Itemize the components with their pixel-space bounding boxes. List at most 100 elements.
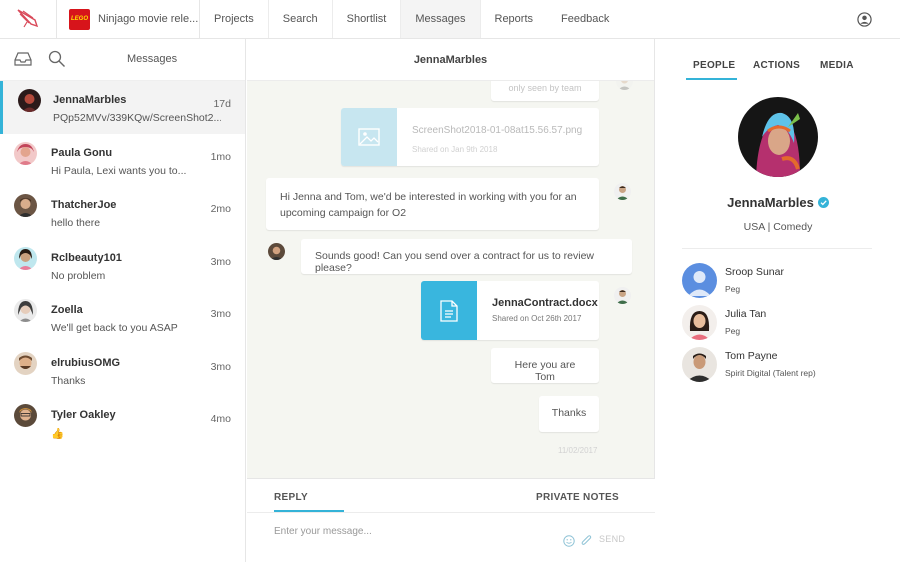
conversation-name: Zoella bbox=[51, 304, 83, 316]
user-circle-icon[interactable] bbox=[857, 12, 872, 27]
member-name: Julia Tan bbox=[725, 308, 767, 320]
verified-icon bbox=[817, 197, 829, 208]
divider bbox=[682, 248, 872, 249]
team-member[interactable]: Sroop Sunar Peg bbox=[682, 263, 882, 303]
conversation-time: 4mo bbox=[210, 413, 231, 425]
conversation-time: 3mo bbox=[210, 360, 231, 373]
seen-note: only seen by team bbox=[508, 83, 582, 93]
conversation-time: 3mo bbox=[210, 308, 231, 320]
message-bubble: Sounds good! Can you send over a contrac… bbox=[301, 239, 632, 274]
conversation-item[interactable]: ThatcherJoe 2mo hello there bbox=[0, 186, 245, 239]
conversation-item[interactable]: Zoella 3mo We'll get back to you ASAP bbox=[0, 291, 245, 344]
details-panel: PEOPLE ACTIONS MEDIA JennaMarbles USA | … bbox=[656, 39, 900, 562]
avatar bbox=[14, 351, 37, 375]
file-attachment[interactable]: JennaContract.docx Shared on Oct 26th 20… bbox=[421, 281, 599, 340]
avatar bbox=[14, 404, 37, 427]
file-thumbnail bbox=[341, 108, 397, 166]
details-tabs: PEOPLE ACTIONS MEDIA bbox=[656, 39, 900, 81]
campaign-selector[interactable]: LEGO Ninjago movie rele... bbox=[57, 0, 200, 38]
lego-logo: LEGO bbox=[69, 8, 90, 30]
conversation-name: ThatcherJoe bbox=[51, 199, 117, 211]
active-tab-indicator bbox=[274, 510, 344, 512]
image-icon bbox=[358, 128, 380, 146]
nav-reports[interactable]: Reports bbox=[481, 0, 548, 38]
search-icon[interactable] bbox=[48, 50, 66, 68]
conversation-name: Tyler Oakley bbox=[51, 409, 116, 421]
inbox-icon[interactable] bbox=[14, 52, 32, 66]
tab-media[interactable]: MEDIA bbox=[820, 60, 854, 71]
team-member[interactable]: Julia Tan Peg bbox=[682, 305, 882, 345]
avatar bbox=[14, 194, 37, 217]
conversation-time: 17d bbox=[213, 98, 231, 110]
chat-panel: JennaMarbles only seen by team ScreenSho… bbox=[247, 39, 655, 562]
avatar bbox=[18, 89, 41, 112]
nav-shortlist[interactable]: Shortlist bbox=[333, 0, 402, 38]
message-text: Sounds good! Can you send over a contrac… bbox=[315, 250, 594, 274]
message-bubble: Hi Jenna and Tom, we'd be interested in … bbox=[266, 178, 599, 230]
profile-avatar bbox=[738, 97, 818, 177]
conversation-item[interactable]: Tyler Oakley 4mo 👍 bbox=[0, 396, 245, 449]
avatar bbox=[14, 141, 37, 165]
tab-private-notes[interactable]: PRIVATE NOTES bbox=[536, 492, 619, 503]
sender-avatar bbox=[616, 81, 633, 90]
chat-title: JennaMarbles bbox=[247, 39, 654, 81]
tab-actions[interactable]: ACTIONS bbox=[753, 60, 800, 71]
message-input[interactable] bbox=[274, 526, 534, 537]
conversation-item[interactable]: elrubiusOMG 3mo Thanks bbox=[0, 344, 245, 397]
conversation-snippet: PQp52MVv/339KQw/ScreenShot2... bbox=[53, 112, 221, 124]
conversation-snippet: Thanks bbox=[51, 374, 86, 387]
message-bubble: only seen by team bbox=[491, 81, 599, 101]
conversation-item[interactable]: Paula Gonu 1mo Hi Paula, Lexi wants you … bbox=[0, 134, 245, 187]
send-button[interactable]: SEND bbox=[599, 534, 625, 544]
member-role: Peg bbox=[725, 284, 741, 294]
file-name: ScreenShot2018-01-08at15.56.57.png bbox=[412, 125, 583, 136]
avatar bbox=[14, 299, 37, 322]
message-text: Thanks bbox=[551, 407, 587, 419]
rocket-icon bbox=[17, 9, 39, 28]
conversation-name: JennaMarbles bbox=[53, 94, 127, 106]
conversation-list-header: Messages bbox=[0, 39, 245, 81]
conversation-name: Paula Gonu bbox=[51, 146, 113, 159]
nav-messages[interactable]: Messages bbox=[401, 0, 481, 38]
message-bubble: Here you are Tom bbox=[491, 348, 599, 383]
conversation-snippet: 👍 bbox=[51, 428, 65, 440]
nav-search[interactable]: Search bbox=[269, 0, 333, 38]
conversation-time: 3mo bbox=[210, 255, 231, 268]
conversation-snippet: hello there bbox=[51, 217, 101, 229]
nav-feedback[interactable]: Feedback bbox=[547, 0, 623, 38]
paperclip-icon[interactable] bbox=[581, 534, 592, 547]
member-name: Tom Payne bbox=[725, 350, 778, 362]
avatar bbox=[14, 246, 37, 270]
app-logo[interactable] bbox=[0, 0, 57, 38]
sender-avatar bbox=[614, 287, 631, 304]
message-thread[interactable]: only seen by team ScreenShot2018-01-08at… bbox=[247, 81, 655, 478]
conversation-list-panel: Messages JennaMarbles 17d PQp52MVv/339KQ… bbox=[0, 39, 246, 562]
nav-projects[interactable]: Projects bbox=[200, 0, 269, 38]
document-icon bbox=[440, 299, 458, 322]
file-attachment[interactable]: ScreenShot2018-01-08at15.56.57.png Share… bbox=[341, 108, 599, 166]
sender-avatar bbox=[614, 183, 631, 200]
avatar bbox=[682, 347, 717, 382]
top-navigation: LEGO Ninjago movie rele... Projects Sear… bbox=[0, 0, 900, 39]
messages-title: Messages bbox=[127, 53, 178, 65]
tab-people[interactable]: PEOPLE bbox=[693, 60, 735, 71]
file-meta: Shared on Jan 9th 2018 bbox=[412, 145, 498, 154]
conversation-snippet: Hi Paula, Lexi wants you to... bbox=[51, 164, 187, 177]
tab-reply[interactable]: REPLY bbox=[274, 492, 308, 503]
conversation-snippet: We'll get back to you ASAP bbox=[51, 322, 178, 334]
avatar bbox=[682, 263, 717, 298]
conversation-name: elrubiusOMG bbox=[51, 356, 121, 369]
conversation-item[interactable]: Rclbeauty101 3mo No problem bbox=[0, 239, 245, 292]
campaign-name: Ninjago movie rele... bbox=[98, 13, 199, 25]
conversation-time: 1mo bbox=[210, 150, 231, 163]
member-role: Spirit Digital (Talent rep) bbox=[725, 368, 816, 378]
conversation-time: 2mo bbox=[210, 203, 231, 215]
conversation-item[interactable]: JennaMarbles 17d PQp52MVv/339KQw/ScreenS… bbox=[0, 81, 245, 134]
team-member[interactable]: Tom Payne Spirit Digital (Talent rep) bbox=[682, 347, 882, 387]
message-text: Hi Jenna and Tom, we'd be interested in … bbox=[280, 191, 577, 219]
emoji-icon[interactable] bbox=[563, 535, 575, 547]
file-meta: Shared on Oct 26th 2017 bbox=[492, 314, 582, 323]
profile-name: JennaMarbles bbox=[656, 195, 900, 210]
conversation-snippet: No problem bbox=[51, 269, 106, 282]
message-composer: REPLY PRIVATE NOTES SEND bbox=[247, 478, 655, 562]
